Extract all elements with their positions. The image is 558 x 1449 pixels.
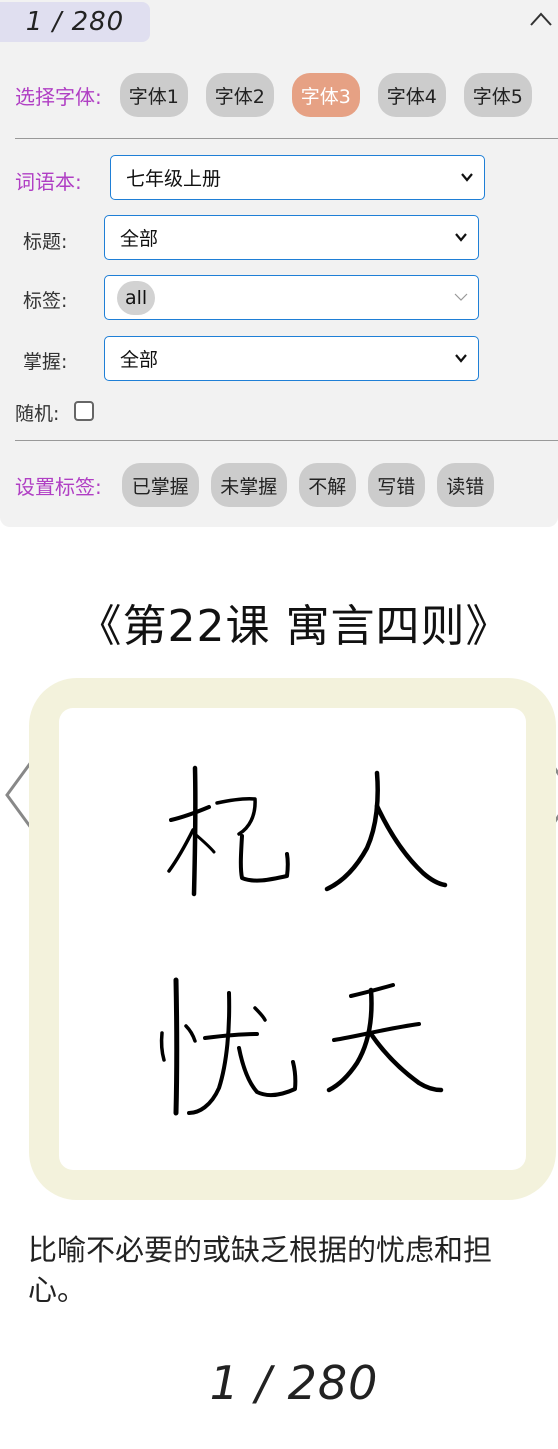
mastery-value: 全部 xyxy=(120,349,159,371)
word-card-face xyxy=(59,708,526,1170)
random-label: 随机: xyxy=(15,403,60,425)
divider xyxy=(15,138,558,139)
lesson-title: 《第22课 寓言四则》 xyxy=(77,601,511,652)
top-counter: 1 / 280 xyxy=(0,2,150,42)
mastery-select[interactable]: 全部 xyxy=(104,336,479,381)
chevron-down-icon xyxy=(455,354,467,363)
font-option-5[interactable]: 字体5 xyxy=(463,73,532,117)
random-checkbox[interactable] xyxy=(74,401,94,421)
font-option-1[interactable]: 字体1 xyxy=(119,73,188,117)
handwritten-char-4 xyxy=(326,983,444,1093)
tag-misread-button[interactable]: 读错 xyxy=(436,463,494,507)
font-selector-label: 选择字体: xyxy=(15,84,102,109)
wordbook-label: 词语本: xyxy=(15,170,82,194)
bottom-counter: 1 / 280 xyxy=(209,1356,379,1410)
tag-unclear-button[interactable]: 不解 xyxy=(298,463,356,507)
handwritten-char-1 xyxy=(167,765,290,897)
tag-mastered-button[interactable]: 已掌握 xyxy=(121,463,199,507)
font-selector-row: 选择字体: 字体1 字体2 字体3 字体4 字体5 xyxy=(15,73,532,117)
divider xyxy=(15,440,558,441)
tag-label: 标签: xyxy=(23,290,68,312)
chevron-down-icon xyxy=(454,293,468,301)
title-label: 标题: xyxy=(23,231,68,253)
handwritten-char-2 xyxy=(324,770,448,892)
font-option-2[interactable]: 字体2 xyxy=(205,73,274,117)
tag-not-mastered-button[interactable]: 未掌握 xyxy=(210,463,287,507)
wordbook-select[interactable]: 七年级上册 xyxy=(110,155,485,200)
set-tag-row: 设置标签: 已掌握 未掌握 不解 写错 读错 xyxy=(15,463,494,507)
font-option-3[interactable]: 字体3 xyxy=(291,73,360,117)
set-tag-label: 设置标签: xyxy=(15,474,102,499)
mastery-label: 掌握: xyxy=(23,351,68,373)
chevron-up-icon[interactable] xyxy=(528,8,554,30)
title-value: 全部 xyxy=(120,228,159,250)
word-card[interactable] xyxy=(29,678,556,1200)
tag-multiselect[interactable]: all xyxy=(104,275,479,320)
tag-chip-all[interactable]: all xyxy=(117,280,156,315)
handwritten-char-3 xyxy=(159,977,298,1116)
handwriting-canvas xyxy=(159,765,448,1116)
title-select[interactable]: 全部 xyxy=(104,215,479,260)
tag-miswritten-button[interactable]: 写错 xyxy=(367,463,425,507)
word-definition: 比喻不必要的或缺乏根据的忧虑和担心。 xyxy=(28,1233,493,1307)
font-option-4[interactable]: 字体4 xyxy=(377,73,446,117)
chevron-down-icon xyxy=(461,173,473,182)
settings-panel: 1 / 280 选择字体: 字体1 字体2 字体3 字体4 字体5 词语本: 七… xyxy=(0,0,558,527)
chevron-down-icon xyxy=(455,233,467,242)
wordbook-value: 七年级上册 xyxy=(126,168,222,190)
